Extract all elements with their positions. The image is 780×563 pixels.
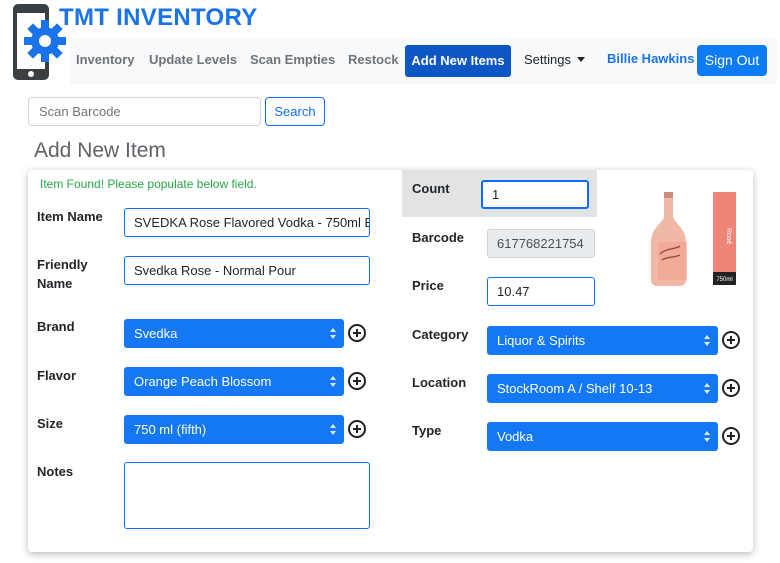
user-name-link[interactable]: Billie Hawkins bbox=[607, 51, 694, 66]
add-size-plus-icon[interactable] bbox=[348, 420, 366, 438]
flavor-label: Flavor bbox=[37, 368, 77, 383]
app-title: TMT INVENTORY bbox=[59, 4, 258, 31]
search-button[interactable]: Search bbox=[265, 97, 325, 126]
category-select[interactable]: Liquor & Spirits bbox=[487, 326, 718, 355]
nav-add-new-items[interactable]: Add New Items bbox=[405, 45, 511, 77]
location-select[interactable]: StockRoom A / Shelf 10-13 bbox=[487, 374, 718, 403]
caret-down-icon bbox=[576, 57, 585, 62]
select-arrows-icon bbox=[330, 328, 336, 339]
nav-update-levels[interactable]: Update Levels bbox=[149, 52, 237, 67]
brand-select-value: Svedka bbox=[134, 326, 178, 341]
location-select-value: StockRoom A / Shelf 10-13 bbox=[497, 381, 653, 396]
friendly-name-label-line2: Name bbox=[37, 276, 73, 291]
size-select-value: 750 ml (fifth) bbox=[134, 422, 207, 437]
item-found-message: Item Found! Please populate below field. bbox=[40, 177, 257, 191]
count-label: Count bbox=[412, 181, 450, 196]
select-arrows-icon bbox=[704, 335, 710, 346]
notes-label: Notes bbox=[37, 464, 74, 479]
add-category-plus-icon[interactable] bbox=[722, 331, 740, 349]
location-label: Location bbox=[412, 375, 467, 390]
type-select-value: Vodka bbox=[497, 429, 534, 444]
add-location-plus-icon[interactable] bbox=[722, 379, 740, 397]
product-image: Rosé 750ml bbox=[636, 188, 740, 288]
count-input[interactable]: 1 bbox=[481, 180, 589, 209]
flavor-select[interactable]: Orange Peach Blossom bbox=[124, 367, 344, 396]
nav-scan-empties[interactable]: Scan Empties bbox=[250, 52, 335, 67]
product-size-tag: 750ml bbox=[716, 277, 732, 283]
settings-label: Settings bbox=[524, 52, 571, 67]
barcode-label: Barcode bbox=[412, 230, 465, 245]
select-arrows-icon bbox=[330, 424, 336, 435]
add-type-plus-icon[interactable] bbox=[722, 427, 740, 445]
page-title: Add New Item bbox=[34, 139, 166, 162]
product-box-label: Rosé bbox=[725, 228, 732, 244]
item-name-label: Item Name bbox=[37, 209, 103, 224]
brand-label: Brand bbox=[37, 319, 75, 334]
nav-restock[interactable]: Restock bbox=[348, 52, 399, 67]
barcode-input: 617768221754 bbox=[487, 229, 595, 258]
sign-out-button[interactable]: Sign Out bbox=[697, 45, 767, 76]
navbar: Inventory Update Levels Scan Empties Res… bbox=[70, 38, 777, 84]
barcode-search-input[interactable] bbox=[28, 97, 261, 126]
type-label: Type bbox=[412, 423, 442, 438]
select-arrows-icon bbox=[330, 376, 336, 387]
select-arrows-icon bbox=[704, 383, 710, 394]
type-select[interactable]: Vodka bbox=[487, 422, 718, 451]
add-brand-plus-icon[interactable] bbox=[348, 324, 366, 342]
price-label: Price bbox=[412, 278, 444, 293]
category-label: Category bbox=[412, 327, 469, 342]
size-select[interactable]: 750 ml (fifth) bbox=[124, 415, 344, 444]
friendly-name-input[interactable]: Svedka Rose - Normal Pour bbox=[124, 256, 370, 285]
notes-textarea[interactable] bbox=[124, 462, 370, 529]
size-label: Size bbox=[37, 416, 64, 431]
brand-select[interactable]: Svedka bbox=[124, 319, 344, 348]
add-flavor-plus-icon[interactable] bbox=[348, 372, 366, 390]
add-item-form-card: Item Found! Please populate below field.… bbox=[28, 170, 753, 552]
nav-inventory[interactable]: Inventory bbox=[76, 52, 135, 67]
friendly-name-label-line1: Friendly bbox=[37, 257, 88, 272]
settings-dropdown[interactable]: Settings bbox=[524, 52, 585, 67]
item-name-input[interactable]: SVEDKA Rose Flavored Vodka - 750ml Bottl… bbox=[124, 208, 370, 237]
category-select-value: Liquor & Spirits bbox=[497, 333, 586, 348]
price-input[interactable]: 10.47 bbox=[487, 277, 595, 306]
flavor-select-value: Orange Peach Blossom bbox=[134, 374, 272, 389]
select-arrows-icon bbox=[704, 431, 710, 442]
